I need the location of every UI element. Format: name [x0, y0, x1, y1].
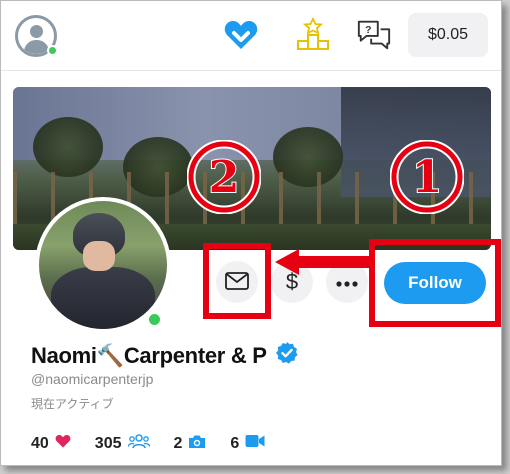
- my-online-indicator: [47, 45, 58, 56]
- username-handle: @naomicarpenterjp: [31, 371, 154, 387]
- display-name: Naomi🔨Carpenter & P: [31, 342, 267, 368]
- photos-count: 2: [173, 434, 183, 452]
- leaderboard-icon[interactable]: [295, 17, 331, 53]
- online-status-indicator: [146, 311, 163, 328]
- video-camera-icon: [245, 434, 265, 453]
- annotation-arrow: [273, 247, 373, 277]
- app-window: ? $0.05 $ Follow 2 1 Naomi🔨Carpenter & P…: [0, 0, 502, 466]
- svg-text:2: 2: [209, 152, 240, 203]
- verified-badge-icon: [275, 341, 299, 370]
- annotation-box-follow: [369, 239, 501, 327]
- group-icon: [127, 433, 150, 454]
- wallet-balance-button[interactable]: $0.05: [408, 13, 488, 57]
- heart-icon: [55, 434, 71, 453]
- annotation-box-message: [203, 243, 271, 319]
- profile-stats: 40 305 2 6: [31, 433, 265, 454]
- svg-text:?: ?: [365, 25, 371, 36]
- heart-logo-icon[interactable]: [223, 17, 259, 53]
- camera-icon: [188, 434, 206, 454]
- profile-name-row: Naomi🔨Carpenter & P: [31, 341, 299, 370]
- subscribers-count: 305: [94, 434, 122, 452]
- svg-text:1: 1: [412, 152, 443, 203]
- top-navigation-bar: ? $0.05: [1, 1, 501, 71]
- likes-count: 40: [31, 434, 49, 452]
- annotation-marker-1: 1: [389, 139, 465, 215]
- chat-question-icon[interactable]: ?: [356, 17, 392, 53]
- videos-count: 6: [230, 434, 240, 452]
- annotation-marker-2: 2: [186, 139, 262, 215]
- activity-status: 現在アクティブ: [31, 397, 114, 411]
